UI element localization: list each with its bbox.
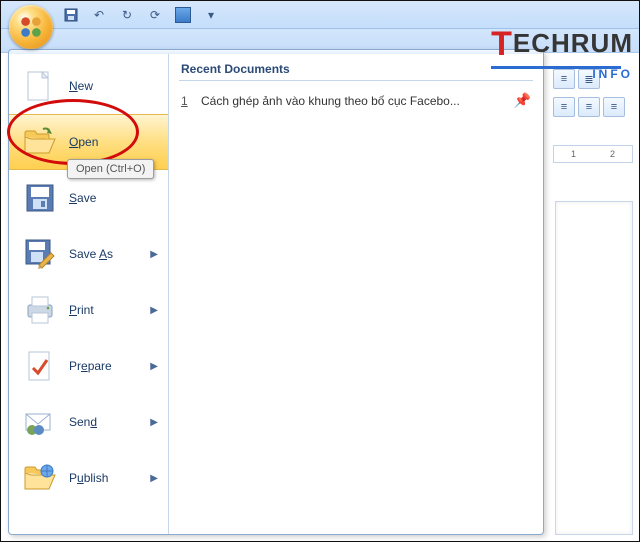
qat-undo-button[interactable]: ↶ xyxy=(89,5,109,25)
prepare-icon xyxy=(23,349,57,383)
menu-item-new[interactable]: New xyxy=(9,58,168,114)
office-menu-commands: New Open Save Save As ▶ Print xyxy=(9,50,169,534)
send-icon xyxy=(23,405,57,439)
tooltip: Open (Ctrl+O) xyxy=(67,159,154,179)
publish-icon xyxy=(23,461,57,495)
new-icon xyxy=(23,69,57,103)
align-center-button[interactable]: ≡ xyxy=(578,97,600,117)
menu-item-label: Send xyxy=(69,415,97,429)
recent-documents-panel: Recent Documents 1 Cách ghép ảnh vào khu… xyxy=(169,50,543,534)
save-as-icon xyxy=(23,237,57,271)
submenu-arrow-icon: ▶ xyxy=(150,473,158,484)
open-icon xyxy=(23,125,57,159)
menu-item-print[interactable]: Print ▶ xyxy=(9,282,168,338)
watermark-logo: TECHRUM INFO xyxy=(491,25,633,81)
pin-icon[interactable]: 📌 xyxy=(514,92,531,109)
submenu-arrow-icon: ▶ xyxy=(150,361,158,372)
menu-item-label: Print xyxy=(69,303,94,317)
menu-item-send[interactable]: Send ▶ xyxy=(9,394,168,450)
menu-item-publish[interactable]: Publish ▶ xyxy=(9,450,168,506)
menu-item-prepare[interactable]: Prepare ▶ xyxy=(9,338,168,394)
menu-item-label: Save As xyxy=(69,247,113,261)
qat-table-button[interactable] xyxy=(173,5,193,25)
menu-item-label: Publish xyxy=(69,471,108,485)
align-left-button[interactable]: ≡ xyxy=(553,97,575,117)
menu-item-label: Save xyxy=(69,191,96,205)
submenu-arrow-icon: ▶ xyxy=(150,249,158,260)
recent-documents-header: Recent Documents xyxy=(181,62,533,76)
recent-item-number: 1 xyxy=(181,94,191,108)
ruler[interactable]: 1 2 xyxy=(553,145,633,163)
office-button[interactable] xyxy=(9,5,53,49)
office-menu: New Open Save Save As ▶ Print xyxy=(8,49,544,535)
save-icon xyxy=(23,181,57,215)
qat-redo-button[interactable]: ↻ xyxy=(117,5,137,25)
align-right-button[interactable]: ≡ xyxy=(603,97,625,117)
qat-customize-button[interactable]: ▾ xyxy=(201,5,221,25)
menu-item-save-as[interactable]: Save As ▶ xyxy=(9,226,168,282)
document-area[interactable] xyxy=(555,201,633,535)
divider xyxy=(179,80,533,81)
submenu-arrow-icon: ▶ xyxy=(150,305,158,316)
recent-item-title: Cách ghép ảnh vào khung theo bố cục Face… xyxy=(201,94,460,108)
qat-save-button[interactable] xyxy=(61,5,81,25)
submenu-arrow-icon: ▶ xyxy=(150,417,158,428)
menu-item-label: Prepare xyxy=(69,359,112,373)
print-icon xyxy=(23,293,57,327)
qat-repeat-button[interactable]: ⟳ xyxy=(145,5,165,25)
menu-item-label: Open xyxy=(69,135,98,149)
recent-document-item[interactable]: 1 Cách ghép ảnh vào khung theo bố cục Fa… xyxy=(179,89,533,112)
ribbon-partial: ≡ ≣ ≡ ≡ ≡ 1 2 xyxy=(553,69,633,163)
menu-item-label: New xyxy=(69,79,93,93)
